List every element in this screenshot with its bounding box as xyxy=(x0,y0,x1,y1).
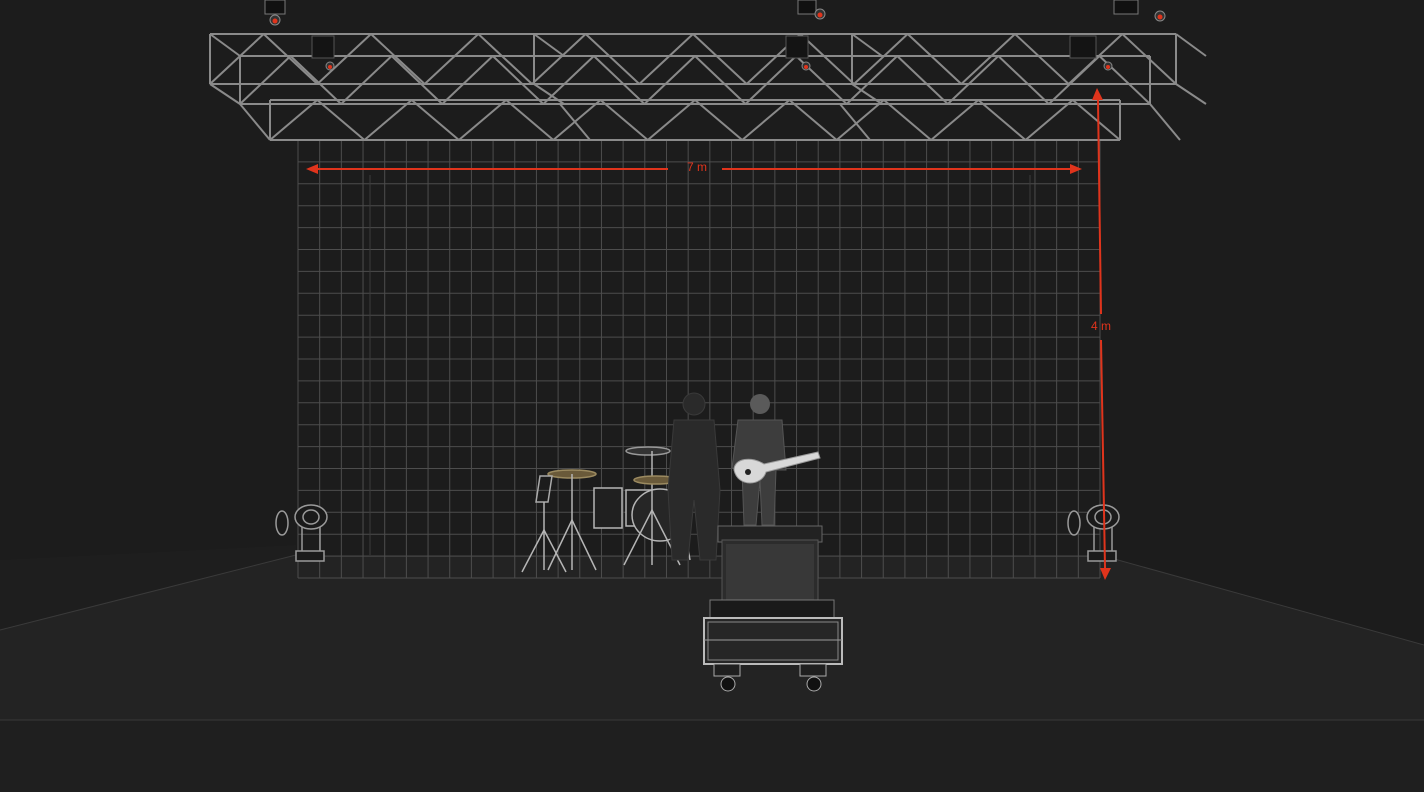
stage-front xyxy=(0,720,1424,792)
width-dimension-label: 7 m xyxy=(687,160,707,174)
height-dimension-label: 4 m xyxy=(1091,319,1111,333)
stage-diagram: 7 m 4 m xyxy=(0,0,1424,792)
